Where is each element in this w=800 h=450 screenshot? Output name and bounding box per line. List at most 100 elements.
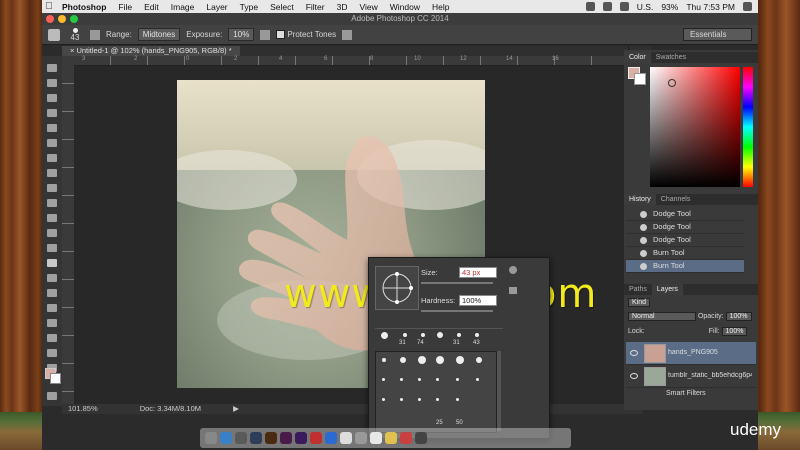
burn-tool-icon[interactable] [47, 259, 57, 267]
layer-name[interactable]: tumblr_static_bb5ehdcg6p4 [668, 372, 752, 379]
move-tool-icon[interactable] [47, 64, 57, 72]
brush-preset-picker[interactable]: 43 [66, 27, 84, 42]
brush-panel-toggle-icon[interactable] [90, 29, 100, 40]
brush-preset[interactable] [456, 378, 459, 381]
photoshop-icon[interactable] [250, 432, 262, 444]
layer-kind-filter[interactable]: Kind [628, 298, 651, 307]
hue-slider[interactable] [743, 67, 753, 187]
document-size[interactable]: Doc: 3.34M/8.10M [140, 404, 201, 413]
premiere-icon[interactable] [280, 432, 292, 444]
battery-status[interactable]: 93% [661, 2, 678, 12]
pen-tool-icon[interactable] [47, 274, 57, 282]
type-tool-icon[interactable] [47, 289, 57, 297]
brush-preset[interactable] [456, 398, 459, 401]
brush-preset[interactable] [382, 358, 386, 362]
history-state[interactable]: Burn Tool [626, 247, 744, 260]
background-color-swatch[interactable] [50, 373, 61, 384]
tab-channels[interactable]: Channels [656, 194, 696, 205]
menu-image[interactable]: Image [165, 2, 201, 12]
menu-window[interactable]: Window [384, 2, 426, 12]
history-state[interactable]: Dodge Tool [626, 208, 744, 221]
history-state-current[interactable]: Burn Tool [626, 260, 744, 273]
brush-preset[interactable] [436, 398, 439, 401]
brush-preset[interactable] [400, 398, 403, 401]
eraser-tool-icon[interactable] [47, 214, 57, 222]
smart-filters-label[interactable]: Smart Filters [666, 390, 706, 397]
layer-row[interactable]: hands_PNG905 [626, 342, 756, 365]
brush-preset[interactable] [418, 398, 421, 401]
clone-stamp-tool-icon[interactable] [47, 184, 57, 192]
input-locale[interactable]: U.S. [637, 2, 654, 12]
brush-preset[interactable] [475, 333, 479, 337]
fill-field[interactable]: 100% [721, 327, 748, 336]
healing-brush-tool-icon[interactable] [47, 154, 57, 162]
xcode-icon[interactable] [325, 432, 337, 444]
brush-preset[interactable] [400, 378, 403, 381]
menu-file[interactable]: File [112, 2, 138, 12]
system-preferences-icon[interactable] [355, 432, 367, 444]
zoom-level[interactable]: 101.85% [68, 404, 98, 413]
brush-preset[interactable] [476, 357, 482, 363]
wifi-icon[interactable] [602, 2, 612, 11]
notes-icon[interactable] [385, 432, 397, 444]
history-brush-tool-icon[interactable] [47, 199, 57, 207]
visibility-eye-icon[interactable] [630, 350, 638, 356]
vertical-ruler[interactable] [62, 56, 74, 404]
spotlight-icon[interactable] [743, 2, 752, 11]
blur-tool-icon[interactable] [47, 244, 57, 252]
history-state[interactable]: Dodge Tool [626, 221, 744, 234]
hardness-slider[interactable] [421, 310, 493, 312]
menu-3d[interactable]: 3D [331, 2, 354, 12]
brush-preset[interactable] [400, 357, 406, 363]
reminders-icon[interactable] [400, 432, 412, 444]
menu-edit[interactable]: Edit [138, 2, 165, 12]
menu-select[interactable]: Select [264, 2, 300, 12]
status-icon[interactable] [585, 2, 595, 11]
illustrator-icon[interactable] [265, 432, 277, 444]
visibility-eye-icon[interactable] [630, 373, 638, 379]
gradient-tool-icon[interactable] [47, 229, 57, 237]
menu-view[interactable]: View [353, 2, 383, 12]
zoom-window-button[interactable] [70, 15, 78, 23]
color-panel-background[interactable] [634, 73, 646, 85]
opacity-field[interactable]: 100% [725, 312, 752, 321]
app-store-icon[interactable] [340, 432, 352, 444]
tab-history[interactable]: History [624, 194, 656, 205]
close-window-button[interactable] [46, 15, 54, 23]
tab-paths[interactable]: Paths [624, 284, 652, 295]
blend-mode-select[interactable]: Normal [628, 312, 696, 321]
hardness-field[interactable]: 100% [459, 295, 497, 306]
status-menu-arrow-icon[interactable]: ▶ [233, 404, 239, 413]
menu-type[interactable]: Type [234, 2, 264, 12]
brush-preset[interactable] [457, 333, 461, 337]
brush-preset[interactable] [381, 332, 388, 339]
eyedropper-tool-icon[interactable] [47, 139, 57, 147]
tab-color[interactable]: Color [624, 52, 651, 63]
menubar-clock[interactable]: Thu 7:53 PM [686, 2, 735, 12]
burn-tool-preset-icon[interactable] [48, 28, 60, 41]
new-preset-icon[interactable] [509, 287, 517, 294]
launchpad-icon[interactable] [235, 432, 247, 444]
brush-preset[interactable] [421, 333, 425, 337]
presets-scrollbar[interactable] [497, 351, 501, 431]
layer-name[interactable]: hands_PNG905 [668, 349, 752, 356]
airbrush-icon[interactable] [260, 29, 271, 40]
menu-layer[interactable]: Layer [200, 2, 233, 12]
marquee-tool-icon[interactable] [47, 79, 57, 87]
trash-icon[interactable] [415, 432, 427, 444]
brush-preset[interactable] [403, 333, 407, 337]
tab-swatches[interactable]: Swatches [651, 52, 691, 63]
brush-tool-icon[interactable] [47, 169, 57, 177]
lasso-tool-icon[interactable] [47, 94, 57, 102]
quick-select-tool-icon[interactable] [47, 109, 57, 117]
color-field[interactable] [650, 67, 740, 187]
brush-preset[interactable] [436, 356, 444, 364]
minimize-window-button[interactable] [58, 15, 66, 23]
safari-icon[interactable] [220, 432, 232, 444]
brush-preset[interactable] [418, 356, 426, 364]
brush-preset[interactable] [436, 378, 439, 381]
brush-preset[interactable] [456, 356, 464, 364]
document-tab[interactable]: × Untitled-1 @ 102% (hands_PNG905, RGB/8… [62, 46, 240, 56]
brush-preset[interactable] [437, 332, 443, 338]
canvas-area[interactable]: www.cgtsj.com [74, 66, 642, 404]
